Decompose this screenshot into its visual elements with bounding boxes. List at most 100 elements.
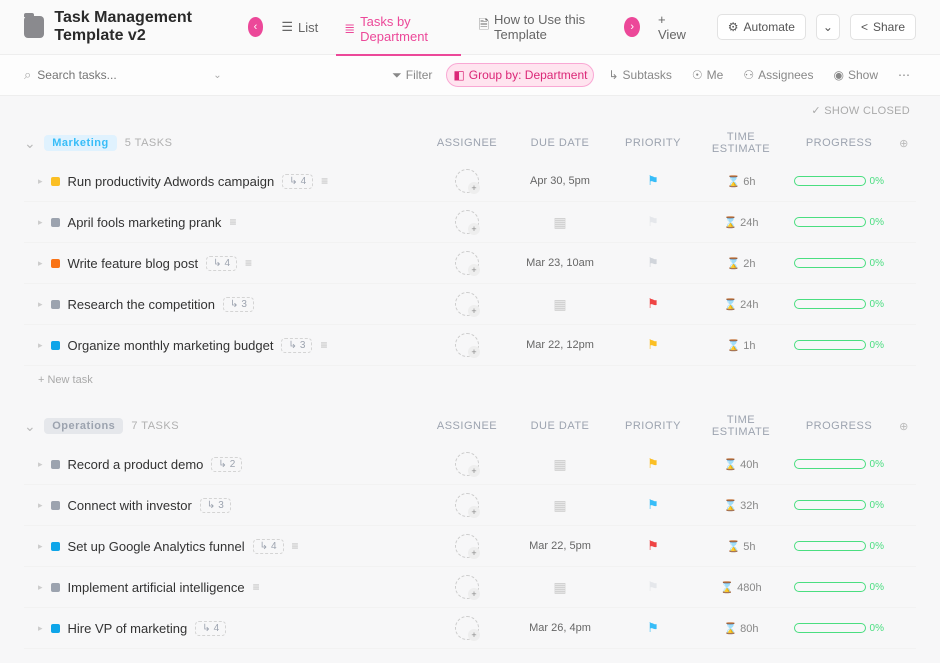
assignee-add[interactable] [455,534,479,558]
task-row[interactable]: ▸Research the competition↳3▦⚑⌛24h0% [24,284,916,325]
subtask-count[interactable]: ↳4 [206,256,237,271]
status-indicator[interactable] [51,341,60,350]
assignee-add[interactable] [455,169,479,193]
status-indicator[interactable] [51,583,60,592]
nav-next-button[interactable]: › [624,17,640,37]
priority-cell[interactable]: ⚑ [618,456,688,472]
progress-cell[interactable]: 0% [794,340,884,351]
expand-icon[interactable]: ▸ [38,623,43,634]
add-view-button[interactable]: + View [650,8,697,46]
assignee-add[interactable] [455,452,479,476]
description-icon[interactable]: ≡ [320,338,327,352]
due-date-cell[interactable]: ▦ [510,296,610,313]
assignee-add[interactable] [455,251,479,275]
progress-cell[interactable]: 0% [794,217,884,228]
filter-button[interactable]: ⏷Filter [386,64,438,87]
assignee-add[interactable] [455,333,479,357]
time-estimate-cell[interactable]: ⌛480h [696,581,786,594]
priority-cell[interactable]: ⚑ [618,497,688,513]
collapse-icon[interactable]: ⌄ [24,418,36,435]
expand-icon[interactable]: ▸ [38,340,43,351]
time-estimate-cell[interactable]: ⌛32h [696,499,786,512]
subtask-count[interactable]: ↳3 [200,498,231,513]
description-icon[interactable]: ≡ [229,215,236,229]
more-menu-button[interactable]: ⋯ [892,64,916,86]
status-indicator[interactable] [51,177,60,186]
task-row[interactable]: ▸Implement artificial intelligence≡▦⚑⌛48… [24,567,916,608]
add-column-button[interactable]: ⊕ [892,420,916,433]
group-by-button[interactable]: ◧Group by: Department [446,63,594,87]
priority-cell[interactable]: ⚑ [618,214,688,230]
show-button[interactable]: ◉Show [827,64,884,86]
priority-cell[interactable]: ⚑ [618,255,688,271]
subtask-count[interactable]: ↳2 [211,457,242,472]
progress-cell[interactable]: 0% [794,176,884,187]
expand-icon[interactable]: ▸ [38,500,43,511]
progress-cell[interactable]: 0% [794,299,884,310]
expand-icon[interactable]: ▸ [38,217,43,228]
nav-prev-button[interactable]: ‹ [248,17,264,37]
automate-button[interactable]: ⚙Automate [717,14,806,40]
status-indicator[interactable] [51,501,60,510]
status-indicator[interactable] [51,542,60,551]
progress-cell[interactable]: 0% [794,623,884,634]
view-tab-howto[interactable]: 🗎How to Use this Template [471,8,615,46]
time-estimate-cell[interactable]: ⌛6h [696,175,786,188]
group-tag[interactable]: Marketing [44,135,116,151]
expand-icon[interactable]: ▸ [38,582,43,593]
task-row[interactable]: ▸April fools marketing prank≡▦⚑⌛24h0% [24,202,916,243]
due-date-cell[interactable]: Mar 22, 5pm [510,540,610,552]
progress-cell[interactable]: 0% [794,258,884,269]
task-row[interactable]: ▸Connect with investor↳3▦⚑⌛32h0% [24,485,916,526]
automate-dropdown[interactable]: ⌄ [816,14,840,40]
priority-cell[interactable]: ⚑ [618,337,688,353]
due-date-cell[interactable]: ▦ [510,579,610,596]
assignee-add[interactable] [455,493,479,517]
subtasks-button[interactable]: ↳Subtasks [602,64,677,86]
time-estimate-cell[interactable]: ⌛1h [696,339,786,352]
task-row[interactable]: ▸Record a product demo↳2▦⚑⌛40h0% [24,444,916,485]
due-date-cell[interactable]: Mar 23, 10am [510,257,610,269]
description-icon[interactable]: ≡ [253,580,260,594]
subtask-count[interactable]: ↳4 [195,621,226,636]
task-row[interactable]: ▸Organize monthly marketing budget↳3≡Mar… [24,325,916,366]
view-tab-tasks-by-department[interactable]: ≣Tasks by Department [336,10,460,56]
due-date-cell[interactable]: Apr 30, 5pm [510,175,610,187]
expand-icon[interactable]: ▸ [38,459,43,470]
status-indicator[interactable] [51,259,60,268]
priority-cell[interactable]: ⚑ [618,296,688,312]
progress-cell[interactable]: 0% [794,582,884,593]
priority-cell[interactable]: ⚑ [618,173,688,189]
status-indicator[interactable] [51,218,60,227]
time-estimate-cell[interactable]: ⌛5h [696,540,786,553]
share-button[interactable]: <Share [850,14,916,40]
status-indicator[interactable] [51,300,60,309]
task-row[interactable]: ▸Hire VP of marketing↳4Mar 26, 4pm⚑⌛80h0… [24,608,916,649]
time-estimate-cell[interactable]: ⌛24h [696,216,786,229]
collapse-icon[interactable]: ⌄ [24,135,36,152]
expand-icon[interactable]: ▸ [38,258,43,269]
due-date-cell[interactable]: ▦ [510,456,610,473]
expand-icon[interactable]: ▸ [38,176,43,187]
subtask-count[interactable]: ↳3 [223,297,254,312]
new-task-button[interactable]: + New task [24,366,916,394]
task-row[interactable]: ▸Set up Google Analytics funnel↳4≡Mar 22… [24,526,916,567]
assignee-add[interactable] [455,292,479,316]
time-estimate-cell[interactable]: ⌛24h [696,298,786,311]
time-estimate-cell[interactable]: ⌛80h [696,622,786,635]
assignee-add[interactable] [455,210,479,234]
me-button[interactable]: ☉Me [686,64,729,86]
task-row[interactable]: ▸Write feature blog post↳4≡Mar 23, 10am⚑… [24,243,916,284]
time-estimate-cell[interactable]: ⌛2h [696,257,786,270]
task-row[interactable]: ▸Run productivity Adwords campaign↳4≡Apr… [24,161,916,202]
subtask-count[interactable]: ↳4 [253,539,284,554]
due-date-cell[interactable]: Mar 22, 12pm [510,339,610,351]
search-input[interactable] [37,68,157,82]
description-icon[interactable]: ≡ [321,174,328,188]
view-tab-list[interactable]: ☰List [273,15,326,39]
assignee-add[interactable] [455,575,479,599]
description-icon[interactable]: ≡ [292,539,299,553]
priority-cell[interactable]: ⚑ [618,538,688,554]
progress-cell[interactable]: 0% [794,459,884,470]
progress-cell[interactable]: 0% [794,500,884,511]
